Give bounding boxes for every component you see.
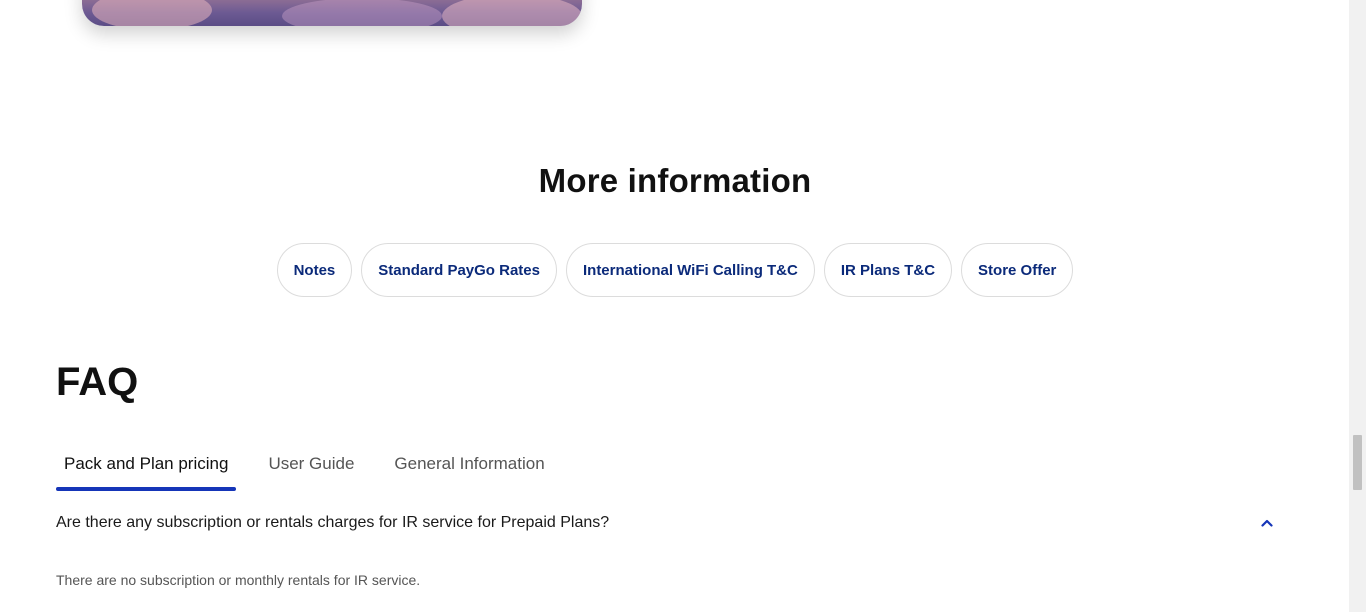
faq-tabs: Pack and Plan pricing User Guide General… xyxy=(56,446,577,491)
tab-pack-and-plan-pricing[interactable]: Pack and Plan pricing xyxy=(56,446,237,491)
vertical-scrollbar[interactable] xyxy=(1349,0,1366,612)
more-information-chips: Notes Standard PayGo Rates International… xyxy=(0,243,1350,297)
more-information-title: More information xyxy=(538,162,812,199)
faq-answer-text: There are no subscription or monthly ren… xyxy=(56,572,421,588)
chip-international-wifi-calling-tc[interactable]: International WiFi Calling T&C xyxy=(565,243,815,297)
faq-question-text: Are there any subscription or rentals ch… xyxy=(56,514,610,531)
chip-ir-plans-tc[interactable]: IR Plans T&C xyxy=(823,243,953,297)
tab-general-information[interactable]: General Information xyxy=(386,446,552,490)
scrollbar-thumb[interactable] xyxy=(1353,435,1362,490)
page: More information Notes Standard PayGo Ra… xyxy=(0,0,1366,612)
cloud-shape xyxy=(442,0,582,26)
cloud-shape xyxy=(92,0,212,26)
cloud-shape xyxy=(282,0,442,26)
chevron-up-icon[interactable] xyxy=(1260,516,1274,530)
faq-title: FAQ xyxy=(56,360,139,404)
chip-notes[interactable]: Notes xyxy=(276,243,353,297)
tab-user-guide[interactable]: User Guide xyxy=(260,446,362,490)
faq-question-row[interactable]: Are there any subscription or rentals ch… xyxy=(56,510,1280,536)
chip-standard-paygo-rates[interactable]: Standard PayGo Rates xyxy=(361,243,557,297)
chip-store-offer[interactable]: Store Offer xyxy=(961,243,1074,297)
hero-image-card xyxy=(82,0,582,26)
